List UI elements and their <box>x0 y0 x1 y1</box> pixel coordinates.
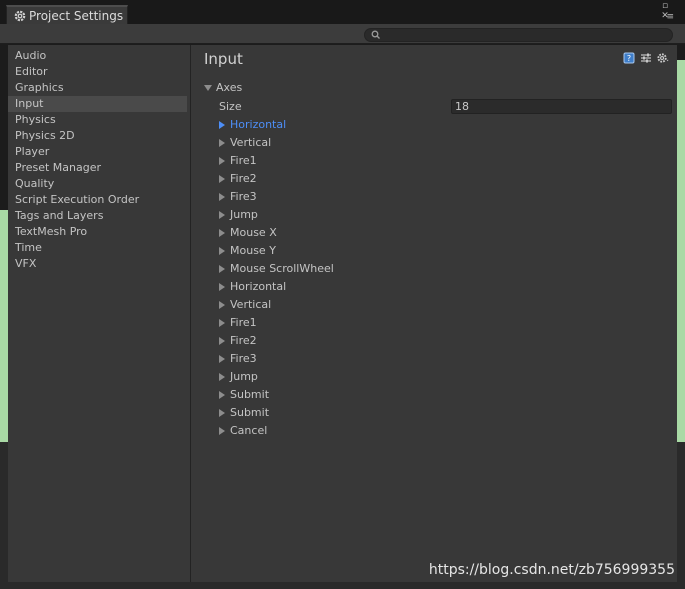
tab-title: Project Settings <box>29 8 124 23</box>
axes-label: Axes <box>216 81 243 94</box>
sidebar-list: Audio Editor Graphics Input Physics Physics 2… <box>8 48 191 272</box>
axis-label: Fire1 <box>230 316 257 329</box>
axis-label: Cancel <box>230 424 268 437</box>
axis-label: Mouse Y <box>230 244 276 257</box>
collapsed-arrow-icon <box>219 283 225 291</box>
axis-item[interactable]: Fire3 <box>218 188 658 206</box>
collapsed-arrow-icon <box>219 265 225 273</box>
axis-label: Mouse X <box>230 226 277 239</box>
axis-item[interactable]: Fire2 <box>218 170 658 188</box>
size-row: Size 18 <box>219 99 672 115</box>
svg-text:?: ? <box>627 54 631 63</box>
axis-item[interactable]: Vertical <box>218 296 658 314</box>
settings-content: Audio Editor Graphics Input Physics Physics 2… <box>8 45 677 582</box>
axis-label: Jump <box>230 370 258 383</box>
collapsed-arrow-icon <box>219 373 225 381</box>
sidebar-item-vfx[interactable]: VFX <box>8 256 191 272</box>
sidebar-item-input[interactable]: Input <box>8 96 187 112</box>
settings-toolbar <box>0 24 685 44</box>
size-field[interactable]: 18 <box>451 99 672 114</box>
sidebar-item-time[interactable]: Time <box>8 240 191 256</box>
collapsed-arrow-icon <box>219 409 225 417</box>
axis-item[interactable]: Horizontal <box>218 278 658 296</box>
sidebar-item-editor[interactable]: Editor <box>8 64 191 80</box>
axis-item[interactable]: Submit <box>218 386 658 404</box>
settings-gear-icon <box>14 10 26 22</box>
sidebar-item-player[interactable]: Player <box>8 144 191 160</box>
preset-sliders-icon[interactable] <box>640 52 652 64</box>
axis-item[interactable]: Vertical <box>218 134 658 152</box>
expanded-arrow-icon <box>204 85 212 91</box>
axes-list: Horizontal Vertical Fire1 Fire2 Fire3 Jump Mou… <box>218 116 658 440</box>
axis-item[interactable]: Cancel <box>218 422 658 440</box>
axis-label: Fire2 <box>230 172 257 185</box>
sidebar-item-physics[interactable]: Physics <box>8 112 191 128</box>
watermark: https://blog.csdn.net/zb756999355 <box>428 562 675 578</box>
settings-gear-icon[interactable] <box>657 52 669 64</box>
axis-item[interactable]: Mouse X <box>218 224 658 242</box>
window-menu-icon[interactable]: ≡ <box>666 12 674 22</box>
collapsed-arrow-icon <box>219 193 225 201</box>
settings-sidebar: Audio Editor Graphics Input Physics Physics 2… <box>8 45 191 582</box>
collapsed-arrow-icon <box>219 229 225 237</box>
collapsed-arrow-icon <box>219 211 225 219</box>
axis-item[interactable]: Horizontal <box>218 116 658 134</box>
axis-item[interactable]: Mouse Y <box>218 242 658 260</box>
axis-label: Mouse ScrollWheel <box>230 262 334 275</box>
search-icon <box>371 30 381 43</box>
collapsed-arrow-icon <box>219 427 225 435</box>
collapsed-arrow-icon <box>219 301 225 309</box>
collapsed-arrow-icon <box>219 157 225 165</box>
axis-item[interactable]: Jump <box>218 368 658 386</box>
input-panel: Input ? Axes Size 18 Horizontal Vertical… <box>192 45 677 582</box>
axis-item[interactable]: Fire1 <box>218 314 658 332</box>
sidebar-item-preset-manager[interactable]: Preset Manager <box>8 160 191 176</box>
axis-label: Fire3 <box>230 190 257 203</box>
title-bar: Project Settings ▫ ✕ ≡ <box>0 0 685 24</box>
page-title: Input <box>204 50 243 68</box>
axis-label: Horizontal <box>230 280 287 293</box>
axis-label: Submit <box>230 388 270 401</box>
axis-item[interactable]: Jump <box>218 206 658 224</box>
sidebar-item-textmesh-pro[interactable]: TextMesh Pro <box>8 224 191 240</box>
sidebar-item-quality[interactable]: Quality <box>8 176 191 192</box>
help-book-icon[interactable]: ? <box>623 52 635 64</box>
sidebar-item-script-execution-order[interactable]: Script Execution Order <box>8 192 191 208</box>
search-input[interactable] <box>364 28 673 42</box>
sidebar-item-tags-and-layers[interactable]: Tags and Layers <box>8 208 191 224</box>
collapsed-arrow-icon <box>219 121 225 129</box>
axis-item[interactable]: Fire2 <box>218 332 658 350</box>
sidebar-item-graphics[interactable]: Graphics <box>8 80 191 96</box>
axis-label: Horizontal <box>230 118 287 131</box>
axis-label: Vertical <box>230 136 272 149</box>
header-icons: ? <box>623 52 669 64</box>
project-settings-tab[interactable]: Project Settings <box>6 5 128 24</box>
axes-foldout[interactable]: Axes <box>204 81 242 95</box>
collapsed-arrow-icon <box>219 319 225 327</box>
collapsed-arrow-icon <box>219 391 225 399</box>
collapsed-arrow-icon <box>219 337 225 345</box>
axis-label: Fire1 <box>230 154 257 167</box>
project-settings-window: Project Settings ▫ ✕ ≡ Audio Editor Graphi… <box>0 0 685 589</box>
axis-item[interactable]: Mouse ScrollWheel <box>218 260 658 278</box>
axis-item[interactable]: Submit <box>218 404 658 422</box>
axis-label: Fire2 <box>230 334 257 347</box>
collapsed-arrow-icon <box>219 175 225 183</box>
sidebar-item-physics-2d[interactable]: Physics 2D <box>8 128 191 144</box>
collapsed-arrow-icon <box>219 139 225 147</box>
collapsed-arrow-icon <box>219 355 225 363</box>
axis-item[interactable]: Fire3 <box>218 350 658 368</box>
axis-label: Submit <box>230 406 270 419</box>
axis-label: Vertical <box>230 298 272 311</box>
collapsed-arrow-icon <box>219 247 225 255</box>
sidebar-item-audio[interactable]: Audio <box>8 48 191 64</box>
axis-label: Fire3 <box>230 352 257 365</box>
axis-item[interactable]: Fire1 <box>218 152 658 170</box>
size-label: Size <box>219 100 242 113</box>
axis-label: Jump <box>230 208 258 221</box>
